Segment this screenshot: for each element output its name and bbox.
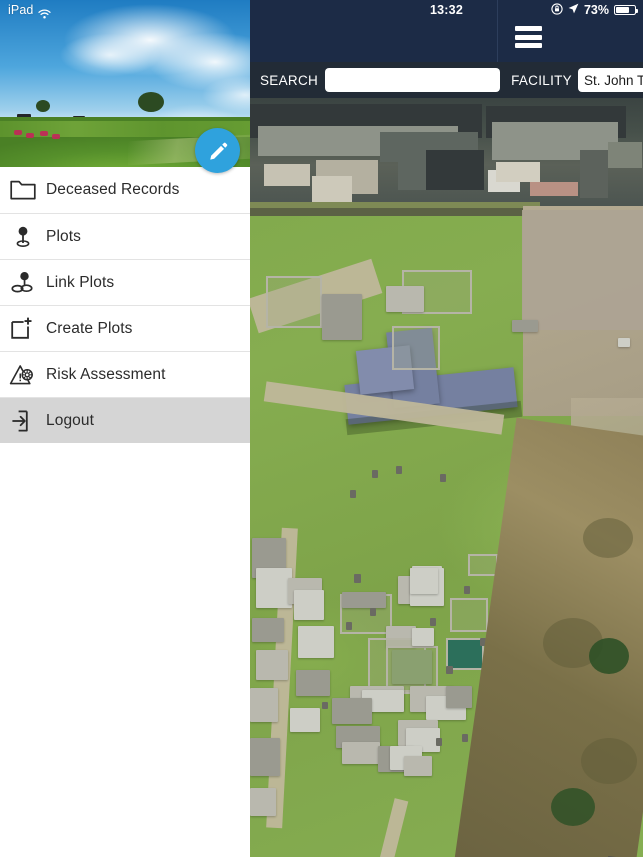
logout-arrow-icon <box>8 406 38 436</box>
sidebar-item-label: Plots <box>46 227 81 245</box>
device-label: iPad <box>8 3 34 17</box>
sidebar-item-label: Link Plots <box>46 273 115 291</box>
folder-icon <box>8 175 38 205</box>
sidebar-item-plots[interactable]: Plots <box>0 213 250 259</box>
sidebar-item-logout[interactable]: Logout <box>0 397 250 443</box>
edit-fab[interactable] <box>195 128 240 173</box>
sidebar-item-label: Deceased Records <box>46 181 180 198</box>
square-plus-icon <box>8 314 38 344</box>
battery-percent: 73% <box>583 3 609 17</box>
sidebar-item-label: Create Plots <box>46 319 133 337</box>
aerial-map-view[interactable] <box>250 98 643 857</box>
sidebar-item-deceased-records[interactable]: Deceased Records <box>0 167 250 213</box>
wifi-icon <box>38 5 52 19</box>
search-input[interactable] <box>325 68 501 92</box>
facility-select[interactable]: St. John Th... <box>577 68 643 92</box>
main-pane: PL T BOX SEARCH FACILITY St. John Th... … <box>250 0 643 857</box>
sidebar: iPad Deceased Records Plots Link Plots C… <box>0 0 250 857</box>
status-bar-left: iPad <box>0 0 250 20</box>
sidebar-item-risk-assessment[interactable]: Risk Assessment <box>0 351 250 397</box>
search-toolbar: SEARCH FACILITY St. John Th... <box>250 62 643 98</box>
sidebar-item-label: Risk Assessment <box>46 365 166 383</box>
battery-icon <box>614 5 639 15</box>
sidebar-menu: Deceased Records Plots Link Plots Create… <box>0 167 250 443</box>
search-label: SEARCH <box>260 72 319 88</box>
facility-label: FACILITY <box>511 72 572 88</box>
sidebar-item-link-plots[interactable]: Link Plots <box>0 259 250 305</box>
map-pin-icon <box>8 222 38 252</box>
rotation-lock-icon <box>551 2 563 18</box>
status-bar-right: 13:32 73% <box>250 0 643 20</box>
location-arrow-icon <box>568 3 579 17</box>
pencil-icon <box>209 142 227 160</box>
link-plots-icon <box>8 268 38 298</box>
sidebar-item-label: Logout <box>46 411 95 429</box>
warning-search-icon <box>8 360 38 390</box>
plotbox-app-screen: iPad Deceased Records Plots Link Plots C… <box>0 0 643 857</box>
sidebar-item-create-plots[interactable]: Create Plots <box>0 305 250 351</box>
hamburger-icon[interactable] <box>515 26 542 48</box>
